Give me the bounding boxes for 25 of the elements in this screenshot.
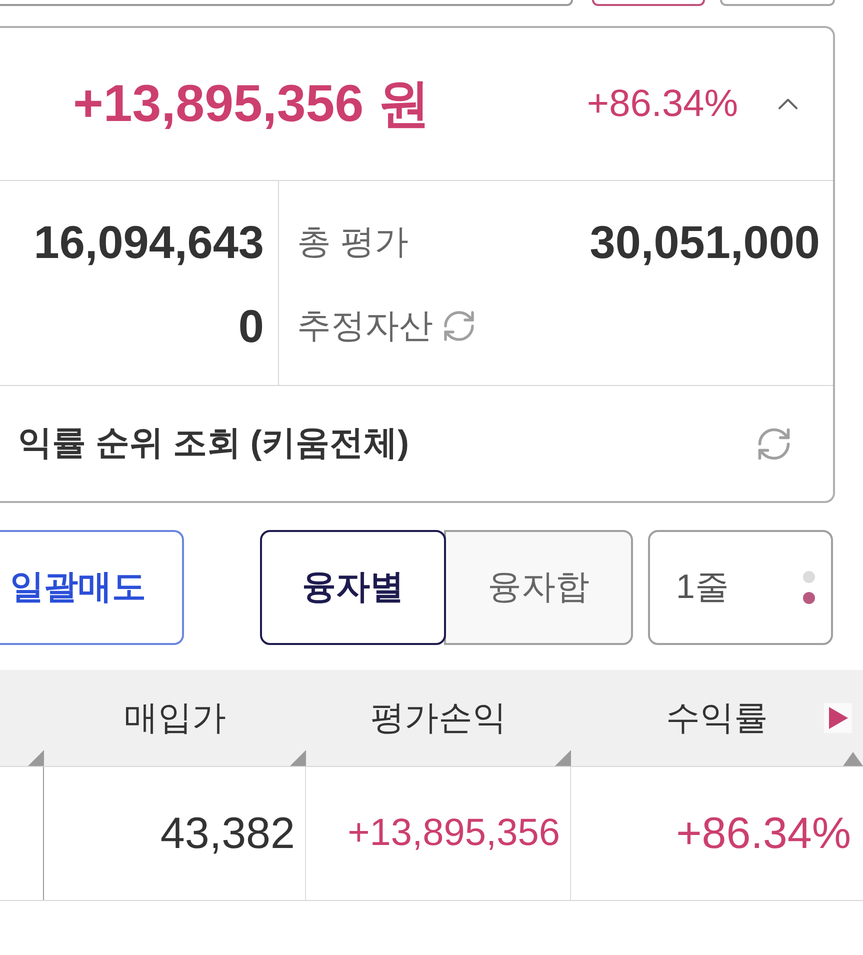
column-header[interactable]: 수익률 [666, 692, 768, 744]
sell-all-button[interactable]: 일괄매도 [0, 530, 184, 645]
button-edge[interactable] [592, 0, 705, 6]
amount-value: 0 [238, 298, 264, 354]
segment-tab[interactable]: 융자별 [260, 530, 446, 645]
segment-tab[interactable]: 융자합 [444, 530, 633, 645]
purchase-price: 43,382 [160, 808, 295, 860]
profit-rate: +86.34% [586, 82, 738, 126]
corner-triangle-icon [555, 750, 571, 766]
line-view-button[interactable]: 1줄 [648, 530, 833, 645]
corner-triangle-icon [290, 750, 306, 766]
total-eval-label: 총 평가 [297, 222, 408, 262]
ranking-link[interactable]: 익률 순위 조회 (키움전체) [18, 418, 409, 469]
amount-value: 16,094,643 [34, 214, 264, 270]
return-rate: +86.34% [676, 808, 851, 860]
button-edge[interactable] [720, 0, 835, 6]
profit-value: +13,895,356 [348, 811, 560, 856]
column-header[interactable]: 매입가 [124, 692, 226, 744]
total-eval-value: 30,051,000 [590, 214, 820, 270]
column-header[interactable]: 평가손익 [370, 692, 506, 744]
estimated-assets-label: 추정자산 [297, 306, 433, 346]
field-edge[interactable] [0, 0, 573, 6]
up-triangle-icon [843, 752, 863, 766]
refresh-icon[interactable] [441, 308, 477, 344]
profit-amount: +13,895,356 원 [73, 74, 430, 135]
